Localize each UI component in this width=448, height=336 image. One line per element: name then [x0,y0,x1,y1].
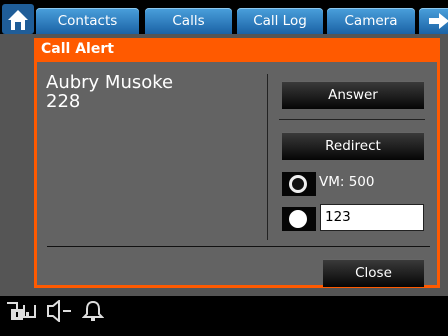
tab-contacts[interactable]: Contacts [36,8,139,34]
radio-selected-icon [289,210,307,228]
speaker-icon[interactable] [46,300,74,322]
voicemail-radio[interactable] [282,172,316,196]
dialog-body: Aubry Musoke 228 Answer Redirect VM: 500… [37,62,437,287]
tab-camera[interactable]: Camera [327,8,415,34]
status-bar [0,296,448,336]
vertical-divider [267,74,268,240]
close-button[interactable]: Close [323,259,424,287]
tab-next[interactable] [419,8,448,34]
radio-unselected-icon [289,175,307,193]
lock-icon[interactable] [4,299,38,323]
redirect-number-field[interactable]: 123 [320,204,424,231]
horizontal-divider [47,246,430,247]
caller-name: Aubry Musoke [46,72,174,93]
redirect-button[interactable]: Redirect [282,132,424,160]
answer-button[interactable]: Answer [282,81,424,109]
tab-bar: Contacts Calls Call Log Camera [0,0,448,34]
custom-number-radio[interactable] [282,207,316,231]
voicemail-label: VM: 500 [319,174,375,190]
dialog-title: Call Alert [41,41,114,57]
arrow-right-icon [429,13,448,29]
action-divider [279,119,425,120]
home-tab[interactable] [2,4,34,34]
tab-calls[interactable]: Calls [145,8,232,34]
tab-call-log[interactable]: Call Log [237,8,323,34]
call-alert-dialog: Call Alert Aubry Musoke 228 Answer Redir… [34,38,440,288]
bell-icon[interactable] [82,300,104,322]
home-icon [2,4,34,34]
caller-number: 228 [46,91,81,112]
